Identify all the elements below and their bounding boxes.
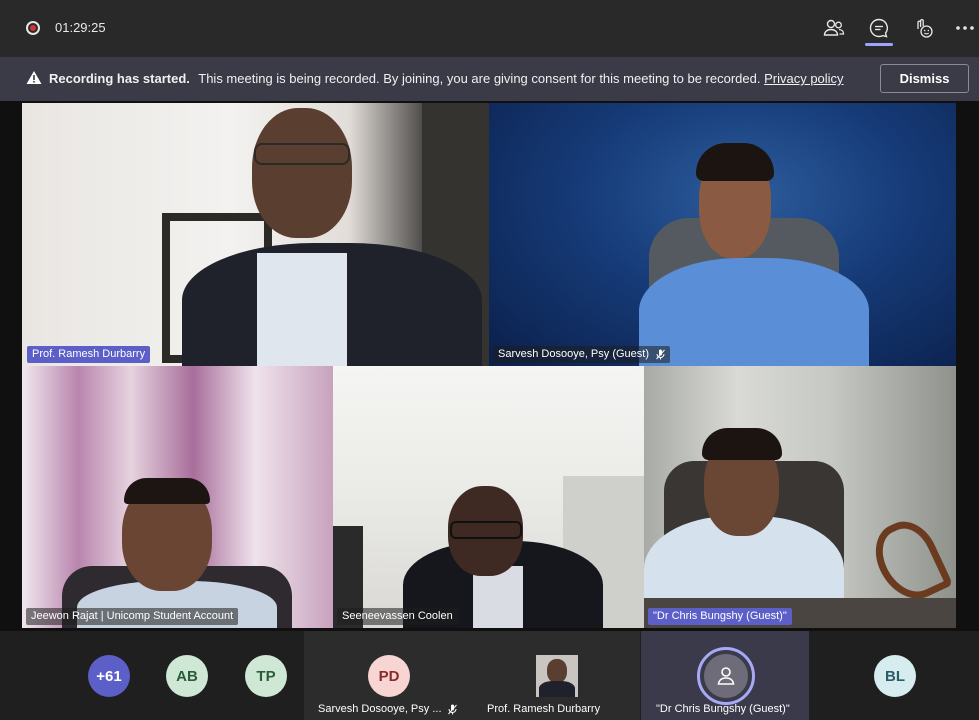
meeting-timer: 01:29:25 xyxy=(55,20,106,35)
sculpture xyxy=(864,512,954,610)
dismiss-button[interactable]: Dismiss xyxy=(880,64,969,93)
chat-active-indicator xyxy=(865,43,893,46)
video-tile[interactable] xyxy=(333,366,644,628)
participant-avatar[interactable]: BL xyxy=(874,655,916,697)
banner-message: This meeting is being recorded. By joini… xyxy=(198,71,761,86)
roster-name: Sarvesh Dosooye, Psy ... xyxy=(318,703,442,715)
warning-icon xyxy=(26,70,42,90)
participant-photo xyxy=(536,655,578,697)
tile-name-tag: Jeewon Rajat | Unicomp Student Account xyxy=(26,608,239,625)
video-tile[interactable] xyxy=(22,366,333,628)
more-options-icon[interactable] xyxy=(955,16,975,40)
banner-title: Recording has started. xyxy=(49,71,190,86)
participant-figure xyxy=(639,258,869,366)
video-tile[interactable] xyxy=(644,366,956,628)
hair xyxy=(696,143,774,181)
people-icon[interactable] xyxy=(822,16,846,40)
more-participants-button[interactable]: +61 xyxy=(88,655,130,697)
tile-name-tag: Sarvesh Dosooye, Psy (Guest) xyxy=(493,346,671,363)
banner-text: Recording has started. This meeting is b… xyxy=(49,71,844,86)
hair xyxy=(124,478,210,504)
tile-name-label: Sarvesh Dosooye, Psy (Guest) xyxy=(498,348,650,360)
participant-head xyxy=(252,108,352,238)
shirt xyxy=(257,253,347,366)
recording-banner: Recording has started. This meeting is b… xyxy=(0,57,979,101)
recording-indicator-icon xyxy=(26,21,40,35)
glasses xyxy=(254,143,350,165)
tile-name-tag: Seeneevassen Coolen xyxy=(337,608,458,625)
roster-name: "Dr Chris Bungshy (Guest)" xyxy=(656,703,790,715)
reactions-icon[interactable] xyxy=(911,16,935,40)
tile-name-tag: "Dr Chris Bungshy (Guest)" xyxy=(648,608,792,625)
roster-name: Prof. Ramesh Durbarry xyxy=(487,703,601,715)
hair xyxy=(702,428,782,460)
meeting-top-bar: 01:29:25 xyxy=(0,0,979,57)
mic-muted-icon xyxy=(448,704,457,715)
video-tile[interactable] xyxy=(489,103,956,366)
participant-avatar[interactable]: AB xyxy=(166,655,208,697)
tile-name-tag: Prof. Ramesh Durbarry xyxy=(27,346,151,363)
glasses xyxy=(450,521,522,539)
privacy-policy-link[interactable]: Privacy policy xyxy=(764,71,843,86)
participant-avatar xyxy=(704,654,748,698)
mic-muted-icon xyxy=(656,349,665,360)
participant-avatar: PD xyxy=(368,655,410,697)
video-tile[interactable] xyxy=(22,103,489,366)
chat-icon[interactable] xyxy=(867,16,891,40)
person-icon xyxy=(717,667,735,685)
participant-avatar[interactable]: TP xyxy=(245,655,287,697)
